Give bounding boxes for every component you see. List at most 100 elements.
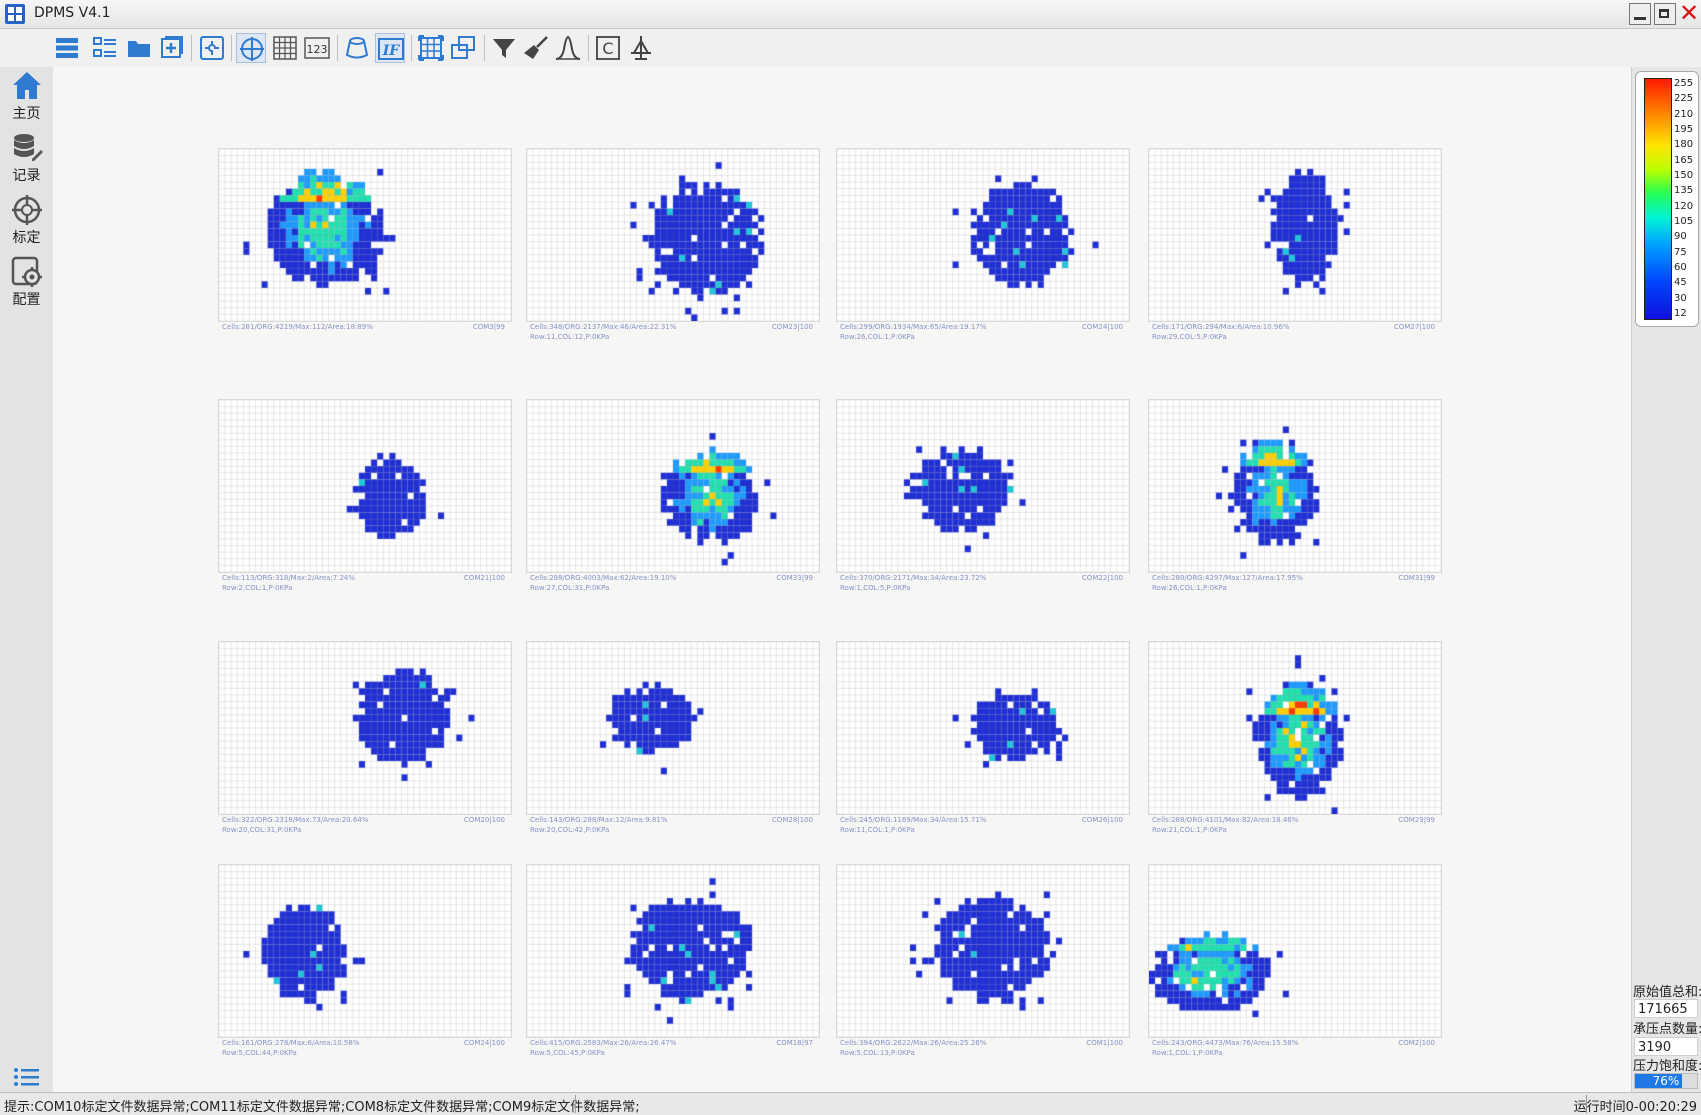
status-message: 提示:COM10标定文件数据异常;COM11标定文件数据异常;COM8标定文件数… <box>4 1100 640 1115</box>
sweep-button[interactable] <box>521 33 551 63</box>
pressure-heatmap <box>837 865 1129 1037</box>
sidebar-item-calibrate[interactable]: 标定 <box>0 191 53 253</box>
toolbar-separator <box>191 35 192 61</box>
pressure-panel[interactable]: Cells:161/ORG:278/Max:6/Area:10.58% Row:5… <box>218 864 512 1057</box>
numbers-text: 123 <box>307 43 328 56</box>
panel-com-label: COM26|100 <box>1081 816 1123 824</box>
panel-stats-text: Cells:322/ORG:2318/Max:73/Area:20.64% <box>222 816 369 824</box>
panel-stats-text: Cells:143/ORG:288/Max:12/Area:9.81% <box>530 816 668 824</box>
peak-curve-button[interactable] <box>553 33 583 63</box>
pressure-panel[interactable]: Cells:143/ORG:288/Max:12/Area:9.81% Row:2… <box>526 641 820 834</box>
toolbar-separator <box>231 35 232 61</box>
panel-position-text: Row:29,COL:5,P:0KPa <box>1152 333 1227 341</box>
database-icon <box>13 134 43 161</box>
panel-com-label: COM24|100 <box>463 1039 505 1047</box>
minimize-button[interactable] <box>1629 3 1651 25</box>
panel-stats-text: Cells:245/ORG:1169/Max:34/Area:15.71% <box>840 816 987 824</box>
close-button[interactable]: ✕ <box>1678 1 1700 25</box>
balance-icon <box>631 36 651 60</box>
pressure-panel[interactable]: Cells:281/ORG:4219/Max:112/Area:18.89% CO… <box>218 148 512 331</box>
sidebar-item-label: 记录 <box>12 168 41 184</box>
add-icon <box>161 36 183 58</box>
panel-stats-text: Cells:288/ORG:4101/Max:82/Area:18.46% <box>1152 816 1299 824</box>
legend-tick: 90 <box>1674 231 1687 243</box>
sidebar-item-settings[interactable]: 配置 <box>0 253 53 315</box>
pressure-panel[interactable]: Cells:394/ORG:2622/Max:26/Area:25.26% Row… <box>836 864 1130 1057</box>
open-folder-button[interactable] <box>124 33 154 63</box>
pressure-heatmap <box>1149 149 1441 321</box>
panel-com-label: COM22|100 <box>1081 574 1123 582</box>
numbers-icon: 123 <box>304 37 330 59</box>
mold-button[interactable] <box>342 33 372 63</box>
frame-grid-icon <box>418 35 444 61</box>
pressure-panel[interactable]: Cells:245/ORG:1169/Max:34/Area:15.71% Row… <box>836 641 1130 834</box>
legend-ticks: 255 225 210 195 180 165 150 135 120 105 90 75 60 45 30… <box>1674 78 1696 320</box>
panel-stats-text: Cells:161/ORG:278/Max:6/Area:10.58% <box>222 1039 360 1047</box>
puzzle-icon <box>200 36 224 60</box>
sidebar-item-records[interactable]: 记录 <box>0 129 53 191</box>
calibrate-icon <box>11 195 42 225</box>
toolbar-separator <box>337 35 338 61</box>
pressure-panel[interactable]: Cells:299/ORG:1934/Max:65/Area:19.17% Row… <box>836 148 1130 341</box>
balance-button[interactable] <box>626 33 656 63</box>
panel-stats-text: Cells:298/ORG:4003/Max:62/Area:19.10% <box>530 574 677 582</box>
maximize-button[interactable] <box>1654 3 1676 25</box>
legend-tick: 30 <box>1674 292 1687 304</box>
sidebar-item-home[interactable]: 主页 <box>0 67 53 129</box>
pressure-panel[interactable]: Cells:280/ORG:4297/Max:127/Area:17.95% Ro… <box>1148 399 1442 592</box>
status-bar: 提示:COM10标定文件数据异常;COM11标定文件数据异常;COM8标定文件数… <box>0 1092 1701 1115</box>
points-value: 3190 <box>1634 1037 1698 1056</box>
pressure-panel[interactable]: Cells:243/ORG:4473/Max:76/Area:15.58% Row… <box>1148 864 1442 1057</box>
panel-com-label: COM28|100 <box>771 816 813 824</box>
detail-view-button[interactable] <box>90 33 120 63</box>
legend-tick: 135 <box>1674 185 1694 197</box>
pressure-heatmap <box>837 400 1129 572</box>
legend-tick: 225 <box>1674 93 1694 105</box>
pressure-panel[interactable]: Cells:322/ORG:2318/Max:73/Area:20.64% Row… <box>218 641 512 834</box>
overlap-button[interactable] <box>448 33 478 63</box>
right-panel: 255 225 210 195 180 165 150 135 120 105 90 75 60 45 30… <box>1631 67 1701 1092</box>
pressure-heatmap <box>219 400 511 572</box>
pressure-panel[interactable]: Cells:113/ORG:318/Max:2/Area:7.24% Row:2,… <box>218 399 512 592</box>
pressure-heatmap <box>1149 642 1441 814</box>
points-label: 承压点数量: <box>1633 1022 1701 1037</box>
grid-button[interactable] <box>270 33 300 63</box>
c-button[interactable]: C <box>593 33 623 63</box>
list-button[interactable] <box>10 1063 44 1091</box>
add-button[interactable] <box>156 33 186 63</box>
legend-tick: 120 <box>1674 200 1694 212</box>
if-icon: IF <box>378 38 404 60</box>
panel-com-label: COM1|100 <box>1086 1039 1123 1047</box>
pressure-panel[interactable]: Cells:298/ORG:4003/Max:62/Area:19.10% Row… <box>526 399 820 592</box>
pressure-panel[interactable]: Cells:370/ORG:2171/Max:34/Area:23.72% Row… <box>836 399 1130 592</box>
legend-tick: 210 <box>1674 108 1694 120</box>
pressure-panel[interactable]: Cells:348/ORG:2137/Max:46/Area:22.31% Row… <box>526 148 820 341</box>
numbers-button[interactable]: 123 <box>302 33 332 63</box>
overlap-icon <box>451 36 475 59</box>
panel-stats-text: Cells:113/ORG:318/Max:2/Area:7.24% <box>222 574 356 582</box>
panel-com-label: COM27|100 <box>1393 323 1435 331</box>
pressure-heatmap <box>527 400 819 572</box>
list-view-icon <box>56 38 78 58</box>
sidebar-item-label: 主页 <box>12 106 41 122</box>
panel-position-text: Row:11,COL:1,P:0KPa <box>840 826 915 834</box>
legend-tick: 255 <box>1674 78 1694 89</box>
funnel-button[interactable] <box>489 33 519 63</box>
panel-stats-text: Cells:281/ORG:4219/Max:112/Area:18.89% <box>222 323 373 331</box>
toolbar-separator <box>588 35 589 61</box>
saturation-value: 76% <box>1652 1074 1680 1088</box>
legend-tick: 12 <box>1674 308 1687 319</box>
pressure-panel[interactable]: Cells:415/ORG:2583/Max:26/Area:26.47% Row… <box>526 864 820 1057</box>
legend-tick: 60 <box>1674 262 1687 273</box>
if-button[interactable]: IF <box>375 33 405 63</box>
pressure-panel[interactable]: Cells:288/ORG:4101/Max:82/Area:18.46% Row… <box>1148 641 1442 834</box>
panel-position-text: Row:1,COL:1,P:0KPa <box>1152 1049 1223 1057</box>
list-view-button[interactable] <box>52 33 82 63</box>
pressure-heatmap <box>1149 865 1441 1037</box>
frame-grid-button[interactable] <box>416 33 446 63</box>
pressure-heatmap <box>1149 400 1441 572</box>
toolbar-separator <box>484 35 485 61</box>
crosshair-button[interactable] <box>236 33 266 63</box>
pressure-panel[interactable]: Cells:171/ORG:294/Max:6/Area:10.96% Row:2… <box>1148 148 1442 341</box>
puzzle-button[interactable] <box>197 33 227 63</box>
